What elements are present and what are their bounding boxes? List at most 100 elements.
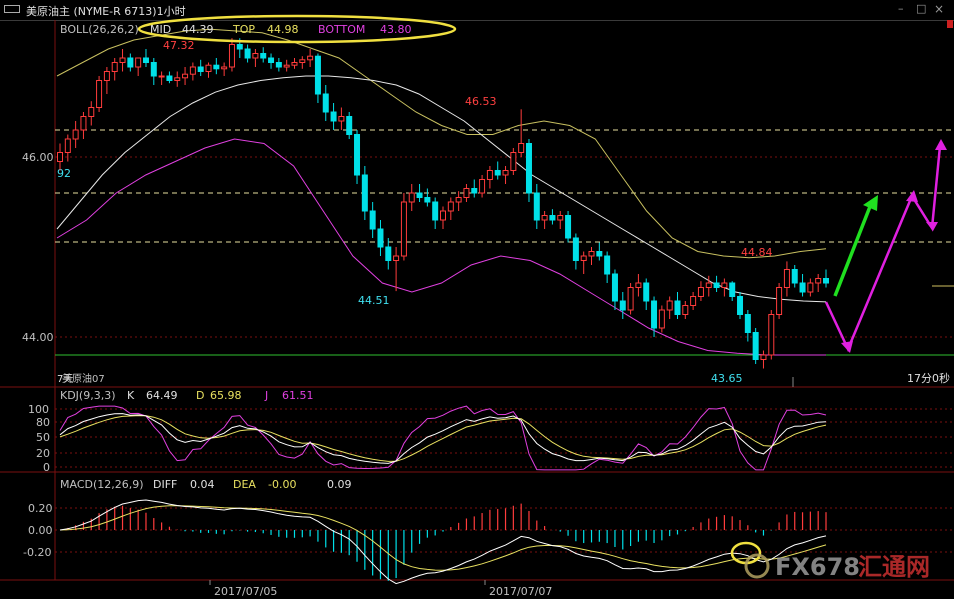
boll-header: BOLL(26,26,2) (60, 23, 139, 36)
candle-body (314, 55, 321, 95)
candle-body (205, 64, 212, 72)
candle-body (244, 48, 251, 59)
candle-body (80, 116, 87, 131)
annotation-high-2: 46.53 (465, 95, 497, 108)
candle-body (791, 269, 798, 284)
candle-body (57, 152, 63, 162)
candle-body (346, 116, 353, 135)
candle-body (393, 255, 400, 261)
countdown: 17分0秒 (907, 371, 950, 385)
candle-body (182, 73, 189, 79)
candle-body (549, 215, 556, 221)
candle-body (697, 287, 704, 297)
candle-body (135, 57, 142, 68)
annotation-low-2: 43.65 (711, 372, 743, 385)
candle-body (221, 66, 228, 70)
candle-body (400, 201, 407, 257)
candle-body (596, 251, 603, 257)
boll-mid-value: 44.39 (182, 23, 214, 36)
kdj-tick-100: 100 (28, 403, 49, 416)
candle-body (635, 282, 642, 288)
candle-body (291, 62, 298, 66)
green-arrow (833, 195, 878, 297)
candle-body (518, 143, 525, 153)
candle-body (494, 170, 501, 176)
candle-body (463, 188, 470, 198)
macd-histogram (67, 503, 827, 581)
macd-dea-label: DEA (233, 478, 256, 491)
kdj-label: KDJ(9,3,3) (60, 389, 116, 402)
macd-dea-value: -0.00 (268, 478, 296, 491)
candle-body (260, 53, 267, 59)
candle-body (721, 282, 728, 288)
candle-body (72, 129, 79, 140)
boll-label: BOLL(26,26,2) (60, 23, 139, 36)
candle-body (705, 282, 712, 288)
macd-tick-m020: -0.20 (23, 546, 51, 559)
candle-body (361, 174, 368, 212)
candle-body (690, 296, 697, 306)
candle-body (799, 282, 806, 293)
candle-body (354, 134, 361, 176)
candle-body (158, 75, 165, 78)
candle-body (752, 332, 759, 360)
price-tick-46: 46.00 (22, 151, 54, 164)
watermark-text-2: 汇通网 (858, 553, 930, 581)
boll-top-value: 44.98 (267, 23, 299, 36)
candle-body (682, 305, 689, 315)
corner-marker (947, 20, 953, 28)
candle-body (565, 215, 572, 239)
candle-body (440, 210, 446, 221)
price-grid (55, 129, 954, 356)
macd-label: MACD(12,26,9) (60, 478, 144, 491)
candle-body (486, 170, 493, 180)
candle-body (111, 62, 118, 72)
candle-body (807, 282, 814, 293)
candle-body (674, 300, 681, 315)
macd-dea-line (59, 505, 827, 571)
candle-body (658, 309, 665, 329)
candle-body (385, 246, 392, 261)
candle-body (823, 278, 829, 284)
candle-body (252, 53, 259, 59)
candle-body (275, 62, 282, 68)
candle-body (268, 57, 275, 63)
boll-bottom-line (56, 138, 826, 356)
candle-body (213, 64, 220, 70)
candle-body (713, 282, 720, 288)
candle-body (127, 57, 134, 68)
candle-body (783, 269, 790, 288)
kdj-d-label: D (196, 389, 204, 402)
candlestick-chart[interactable]: 46.00 44.00 92 BOLL(26,26,2) MID 44.39 T… (0, 0, 954, 599)
candle-body (541, 215, 548, 221)
candle-body (424, 197, 431, 203)
watermark-text-1: FX678 (775, 553, 860, 581)
macd-diff-label: DIFF (153, 478, 177, 491)
left-cut-label: 92 (57, 167, 71, 180)
candle-body (611, 273, 618, 302)
candle-body (96, 80, 103, 108)
boll-top-label: TOP (232, 23, 255, 36)
boll-mid-line (56, 75, 827, 303)
candle-body (455, 197, 462, 203)
price-tick-44: 44.00 (22, 331, 54, 344)
candle-body (729, 282, 736, 297)
candle-body (815, 278, 822, 284)
candle-body (768, 314, 775, 356)
kdj-k-value: 64.49 (146, 389, 178, 402)
annotation-low-1: 44.51 (358, 294, 390, 307)
kdj-j-label: J (264, 389, 268, 402)
candle-body (150, 62, 157, 77)
candle-body (572, 237, 579, 261)
macd-lines (59, 499, 827, 585)
candle-body (627, 287, 634, 311)
kdj-lines (59, 405, 827, 471)
candle-body (525, 143, 532, 194)
candle-body (103, 71, 110, 81)
candle-body (588, 251, 595, 257)
candle-body (471, 188, 478, 194)
x-date-2: 2017/07/07 (489, 585, 552, 598)
macd-tick-020: 0.20 (28, 502, 53, 515)
candle-body (174, 77, 181, 82)
candle-body (432, 201, 439, 221)
